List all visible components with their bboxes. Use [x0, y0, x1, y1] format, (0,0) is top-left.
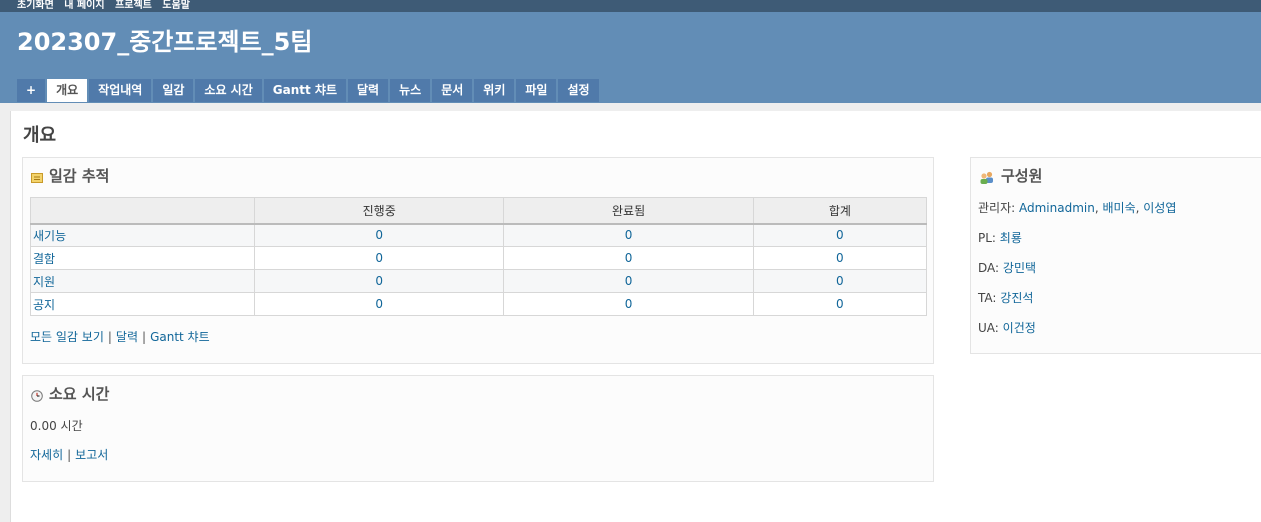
- tab-overview[interactable]: 개요: [47, 79, 88, 102]
- member-role-da: DA: 강민택: [978, 259, 1036, 276]
- issues-box: 일감 추적 진행중 완료됨 합계 새기능 0 0 0 결함 0 0 0 지원 0…: [22, 157, 934, 364]
- project-title: 202307_중간프로젝트_5팀: [17, 28, 313, 56]
- tab-gantt[interactable]: Gantt 챠트: [263, 79, 346, 102]
- member-link[interactable]: 강진석: [1000, 291, 1033, 305]
- total-count-link[interactable]: 0: [836, 297, 844, 311]
- issues-links: 모든 일감 보기 | 달력 | Gantt 챠트: [30, 328, 210, 345]
- tracker-link-support[interactable]: 지원: [33, 275, 55, 289]
- member-role-ua: UA: 이건정: [978, 319, 1036, 336]
- member-role-manager: 관리자: Adminadmin, 배미숙, 이성엽: [978, 201, 1177, 215]
- calendar-link[interactable]: 달력: [116, 330, 138, 344]
- spent-time-value: 0.00 시간: [30, 419, 83, 433]
- tab-spent-time[interactable]: 소요 시간: [195, 79, 262, 102]
- table-row: 새기능 0 0 0: [30, 223, 928, 247]
- tab-wiki[interactable]: 위키: [474, 79, 515, 102]
- table-row: 지원 0 0 0: [30, 269, 928, 293]
- issues-table: 진행중 완료됨 합계 새기능 0 0 0 결함 0 0 0 지원 0 0 0 공…: [30, 197, 928, 316]
- member-link[interactable]: 배미숙: [1102, 201, 1135, 215]
- main-content: 개요 일감 추적 진행중 완료됨 합계 새기능 0 0 0 결함 0 0 0 지…: [10, 111, 1261, 522]
- report-link[interactable]: 보고서: [75, 448, 108, 462]
- open-count-link[interactable]: 0: [375, 297, 383, 311]
- spent-time-title-text: 소요 시간: [49, 385, 110, 403]
- top-menu-home[interactable]: 초기화면: [17, 0, 54, 11]
- tab-activity[interactable]: 작업내역: [89, 79, 152, 102]
- closed-count-link[interactable]: 0: [625, 297, 633, 311]
- main-menu: + 개요 작업내역 일감 소요 시간 Gantt 챠트 달력 뉴스 문서 위키 …: [17, 79, 601, 102]
- link-separator: |: [142, 330, 147, 344]
- gantt-link[interactable]: Gantt 챠트: [150, 330, 210, 344]
- column-header-total: 합계: [752, 197, 928, 225]
- member-role-ta: TA: 강진석: [978, 289, 1033, 306]
- members-title-text: 구성원: [1001, 167, 1043, 185]
- tab-news[interactable]: 뉴스: [390, 79, 431, 102]
- link-separator: |: [67, 448, 72, 462]
- issues-box-title: 일감 추적: [31, 165, 109, 186]
- member-link[interactable]: Adminadmin: [1019, 201, 1095, 215]
- top-menu: 초기화면 내 페이지 프로젝트 도움말: [0, 0, 1261, 12]
- open-count-link[interactable]: 0: [375, 274, 383, 288]
- issues-icon: [31, 170, 43, 183]
- top-menu-projects[interactable]: 프로젝트: [115, 0, 152, 11]
- tab-settings[interactable]: 설정: [558, 79, 599, 102]
- spent-time-box: 소요 시간 0.00 시간 자세히 | 보고서: [22, 375, 934, 482]
- role-label: TA:: [978, 291, 997, 305]
- closed-count-link[interactable]: 0: [625, 228, 633, 242]
- details-link[interactable]: 자세히: [30, 448, 63, 462]
- total-count-link[interactable]: 0: [836, 228, 844, 242]
- tab-documents[interactable]: 문서: [432, 79, 473, 102]
- member-link[interactable]: 최룡: [1000, 231, 1022, 245]
- table-row: 공지 0 0 0: [30, 292, 928, 316]
- members-title: 구성원: [979, 165, 1042, 186]
- tracker-link-notice[interactable]: 공지: [33, 298, 55, 312]
- table-row: 결함 0 0 0: [30, 246, 928, 270]
- open-count-link[interactable]: 0: [375, 228, 383, 242]
- clock-icon: [31, 388, 43, 402]
- spent-time-links: 자세히 | 보고서: [30, 446, 108, 463]
- tab-files[interactable]: 파일: [516, 79, 557, 102]
- member-link[interactable]: 강민택: [1003, 261, 1036, 275]
- column-header-tracker: [30, 197, 255, 225]
- top-menu-help[interactable]: 도움말: [162, 0, 190, 11]
- column-header-closed: 완료됨: [503, 197, 754, 225]
- member-link[interactable]: 이성엽: [1143, 201, 1176, 215]
- column-header-open: 진행중: [253, 197, 505, 225]
- closed-count-link[interactable]: 0: [625, 274, 633, 288]
- total-count-link[interactable]: 0: [836, 274, 844, 288]
- member-role-pl: PL: 최룡: [978, 229, 1022, 246]
- page-title: 개요: [23, 125, 57, 146]
- open-count-link[interactable]: 0: [375, 251, 383, 265]
- spent-time-title: 소요 시간: [31, 383, 109, 404]
- role-label: DA:: [978, 261, 1000, 275]
- members-box: 구성원 관리자: Adminadmin, 배미숙, 이성엽 PL: 최룡 DA:…: [970, 157, 1261, 354]
- total-count-link[interactable]: 0: [836, 251, 844, 265]
- tracker-link-feature[interactable]: 새기능: [33, 229, 66, 243]
- role-label: PL:: [978, 231, 996, 245]
- closed-count-link[interactable]: 0: [625, 251, 633, 265]
- issues-box-title-text: 일감 추적: [49, 167, 110, 185]
- role-label: UA:: [978, 321, 999, 335]
- member-link[interactable]: 이건정: [1003, 321, 1036, 335]
- view-all-issues-link[interactable]: 모든 일감 보기: [30, 330, 104, 344]
- tab-new[interactable]: +: [17, 79, 46, 102]
- link-separator: |: [107, 330, 112, 344]
- tracker-link-bug[interactable]: 결함: [33, 252, 55, 266]
- top-menu-my-page[interactable]: 내 페이지: [64, 0, 104, 11]
- header: 202307_중간프로젝트_5팀 + 개요 작업내역 일감 소요 시간 Gant…: [0, 12, 1261, 103]
- role-label: 관리자:: [978, 201, 1016, 215]
- tab-calendar[interactable]: 달력: [348, 79, 389, 102]
- tab-issues[interactable]: 일감: [153, 79, 194, 102]
- group-icon: [979, 170, 995, 184]
